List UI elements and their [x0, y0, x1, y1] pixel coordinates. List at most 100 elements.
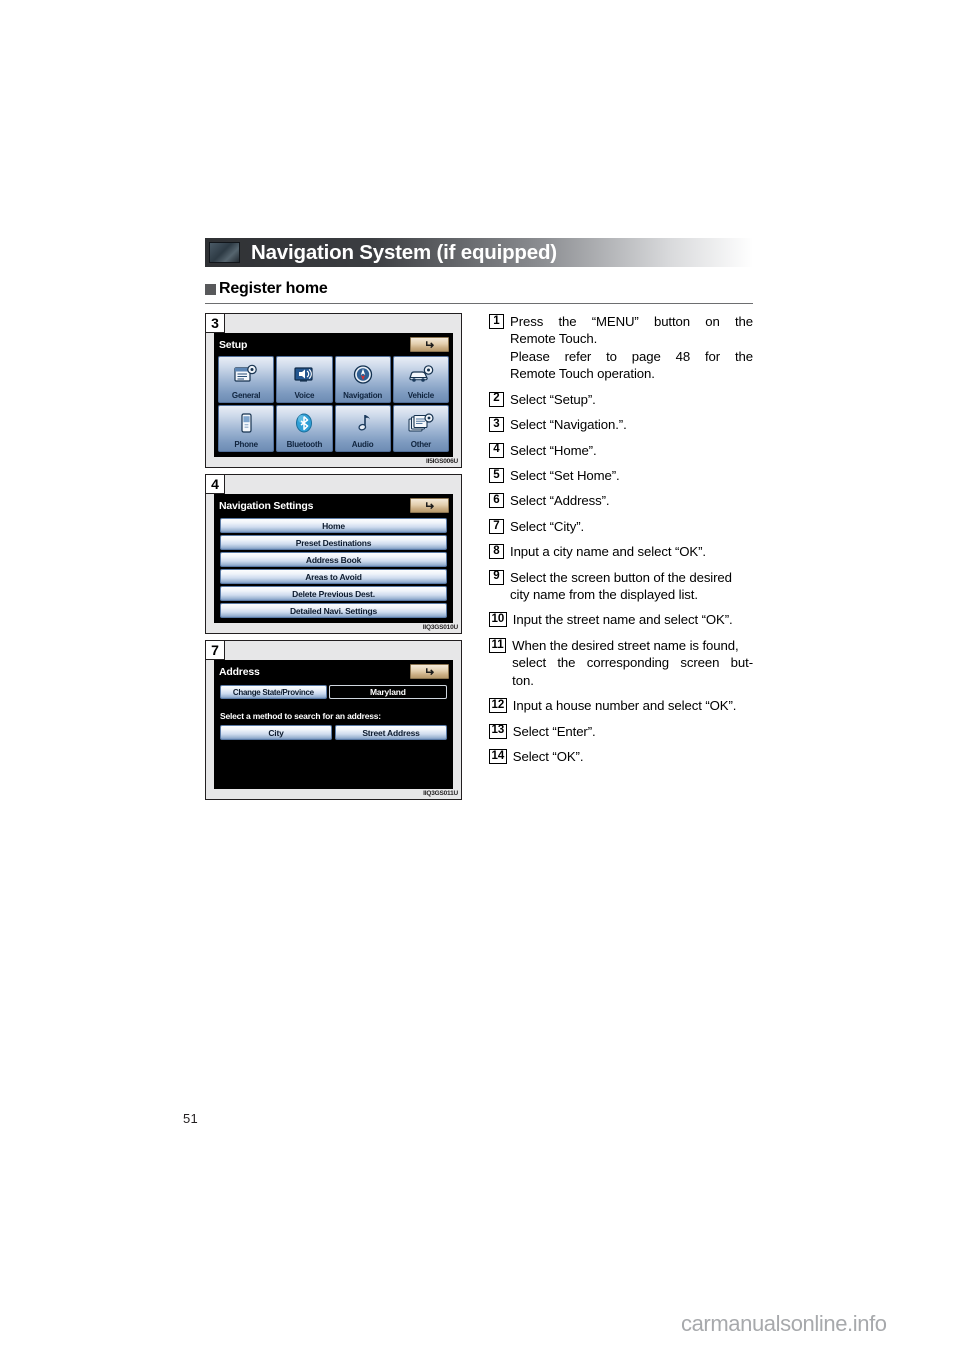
step-line: select the corresponding screen but-: [512, 655, 753, 671]
step-text: Select “Enter”.: [512, 723, 596, 739]
step-number-badge: 10: [489, 612, 507, 628]
instruction-step: 6 Select “Address”.: [489, 492, 753, 509]
setup-item-general[interactable]: General: [218, 356, 275, 403]
instruction-step: 14 Select “OK”.: [489, 748, 753, 765]
return-button[interactable]: ↵: [410, 337, 449, 352]
step-text: Input a house number and select “OK”.: [512, 698, 737, 714]
figure-setup: 3 Setup ↵ General Voice Navigation Vehic…: [205, 313, 462, 468]
nav-setting-address-book[interactable]: Address Book: [220, 552, 447, 567]
bullet-square-icon: [205, 283, 216, 295]
setup-item-voice[interactable]: Voice: [276, 356, 333, 403]
list-gear-icon: [219, 357, 273, 392]
navigation-settings-screen: Navigation Settings ↵ Home Preset Destin…: [214, 494, 453, 623]
step-text: Select “Setup”.: [510, 391, 596, 407]
return-button[interactable]: ↵: [410, 664, 449, 679]
state-selector-row: Change State/Province Maryland: [220, 685, 447, 699]
figure-step-badge: 7: [206, 641, 225, 660]
figure-image-code: IIQ3GS010U: [206, 623, 461, 633]
step-number-badge: 8: [489, 544, 504, 560]
setup-item-audio[interactable]: Audio: [334, 405, 391, 452]
step-text: When the desired street name is found, s…: [512, 637, 753, 689]
step-number-badge: 14: [489, 749, 507, 765]
step-number-badge: 6: [489, 493, 504, 509]
address-method-row: City Street Address: [220, 725, 447, 740]
compass-icon: [336, 357, 390, 392]
setup-item-label: Other: [410, 440, 432, 449]
instruction-step: 12 Input a house number and select “OK”.: [489, 697, 753, 714]
setup-item-bluetooth[interactable]: Bluetooth: [276, 405, 333, 452]
instruction-step: 3 Select “Navigation.”.: [489, 416, 753, 433]
chapter-title: Navigation System (if equipped): [251, 240, 557, 264]
instruction-step: 7 Select “City”.: [489, 518, 753, 535]
step-text: Select the screen button of the desired …: [510, 569, 753, 604]
nav-setting-home[interactable]: Home: [220, 518, 447, 533]
nav-setting-detailed-navi-settings[interactable]: Detailed Navi. Settings: [220, 603, 447, 618]
setup-item-vehicle[interactable]: Vehicle: [392, 356, 449, 403]
pages-gear-icon: [394, 406, 448, 441]
setup-screen-title: Setup: [219, 338, 248, 351]
figure-step-badge: 3: [206, 314, 225, 333]
section-divider: [205, 303, 753, 304]
change-state-province-button[interactable]: Change State/Province: [220, 685, 327, 699]
step-text: Select “City”.: [510, 518, 585, 534]
setup-menu-grid: General Voice Navigation Vehicle Phone B…: [214, 354, 453, 457]
step-line: When the desired street name is found,: [512, 637, 739, 653]
step-line: city name from the displayed list.: [510, 587, 698, 603]
figure-image-code: IIQ3GS011U: [206, 789, 461, 799]
figure-screen: Navigation Settings ↵ Home Preset Destin…: [214, 494, 453, 623]
search-by-street-address-button[interactable]: Street Address: [335, 725, 447, 740]
instruction-step: 1 Press the “MENU” button on the Remote …: [489, 313, 753, 383]
section-heading: Register home: [205, 280, 753, 298]
figure-image-code: II5IGS006U: [206, 457, 461, 467]
step-text: Select “Address”.: [510, 493, 610, 509]
step-text: Select “OK”.: [512, 749, 584, 765]
figure-navigation-settings: 4 Navigation Settings ↵ Home Preset Dest…: [205, 474, 462, 634]
return-button[interactable]: ↵: [410, 498, 449, 513]
setup-item-label: Vehicle: [407, 391, 434, 400]
car-gear-icon: [394, 357, 448, 392]
phone-icon: [219, 406, 273, 441]
step-line: Remote Touch.: [510, 331, 598, 347]
figure-step-badge: 4: [206, 475, 225, 494]
search-by-city-button[interactable]: City: [220, 725, 332, 740]
site-watermark: carmanualsonline.info: [681, 1311, 887, 1336]
chapter-thumbnail-icon: [209, 242, 240, 263]
current-state-value: Maryland: [328, 685, 447, 699]
nav-setting-preset-destinations[interactable]: Preset Destinations: [220, 535, 447, 550]
step-text: Input a city name and select “OK”.: [510, 544, 706, 560]
step-number-badge: 4: [489, 442, 504, 458]
section-title: Register home: [219, 280, 328, 297]
figure-column: 3 Setup ↵ General Voice Navigation Vehic…: [205, 313, 462, 806]
figure-address: 7 Address ↵ Change State/Province Maryla…: [205, 640, 462, 800]
setup-item-navigation[interactable]: Navigation: [334, 356, 391, 403]
instruction-step: 10 Input the street name and select “OK”…: [489, 611, 753, 628]
instruction-step: 4 Select “Home”.: [489, 442, 753, 459]
setup-item-label: Audio: [351, 440, 374, 449]
step-text: Input the street name and select “OK”.: [512, 612, 733, 628]
step-text: Select “Home”.: [510, 442, 597, 458]
step-text: Press the “MENU” button on the Remote To…: [510, 313, 753, 383]
step-number-badge: 3: [489, 417, 504, 433]
page-number: 51: [183, 1111, 199, 1126]
step-line: Press the “MENU” button on the: [510, 314, 753, 329]
manual-page: Navigation System (if equipped) Register…: [0, 0, 960, 1358]
step-number-badge: 11: [489, 637, 507, 653]
music-note-icon: [336, 406, 390, 441]
navigation-settings-list: Home Preset Destinations Address Book Ar…: [214, 515, 453, 623]
instruction-step: 11 When the desired street name is found…: [489, 637, 753, 689]
step-line: Please refer to page 48 for the: [510, 348, 753, 364]
instruction-list: 1 Press the “MENU” button on the Remote …: [489, 313, 753, 773]
nav-setting-delete-previous-dest[interactable]: Delete Previous Dest.: [220, 586, 447, 601]
setup-screen-titlebar: Setup ↵: [214, 333, 453, 354]
instruction-step: 2 Select “Setup”.: [489, 391, 753, 408]
return-arrow-icon: ↵: [424, 498, 435, 513]
setup-item-other[interactable]: Other: [392, 405, 449, 452]
step-number-badge: 1: [489, 314, 504, 329]
step-number-badge: 7: [489, 518, 504, 534]
step-line: Select the screen button of the desired: [510, 569, 732, 585]
step-number-badge: 2: [489, 391, 504, 407]
instruction-step: 8 Input a city name and select “OK”.: [489, 543, 753, 560]
address-screen: Address ↵ Change State/Province Maryland…: [214, 660, 453, 789]
setup-item-phone[interactable]: Phone: [218, 405, 275, 452]
nav-setting-areas-to-avoid[interactable]: Areas to Avoid: [220, 569, 447, 584]
